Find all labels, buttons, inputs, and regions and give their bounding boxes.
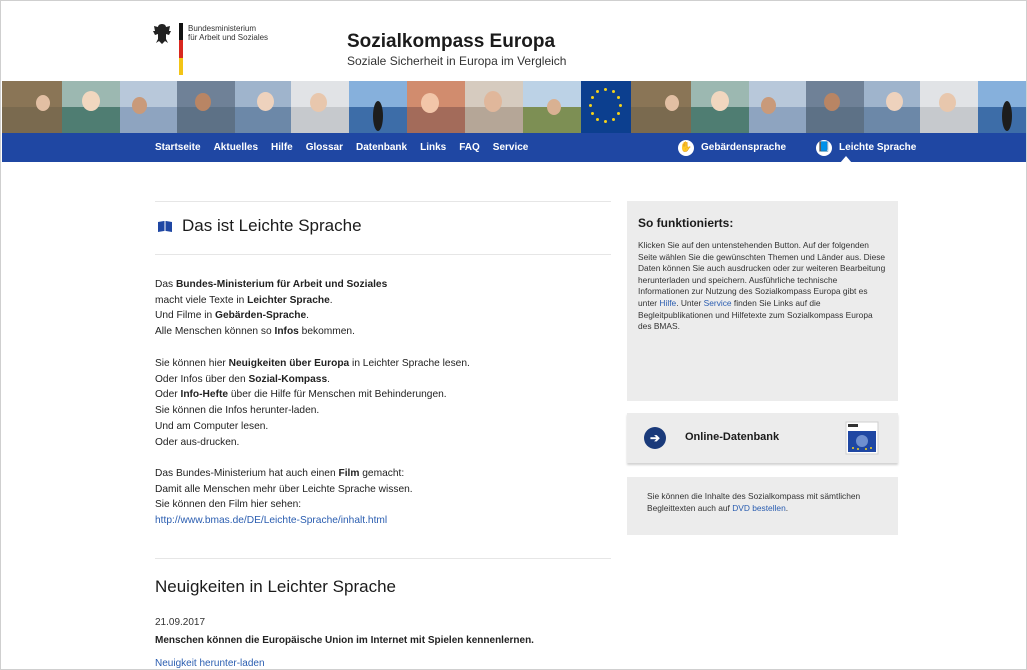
main-navigation: Startseite Aktuelles Hilfe Glossar Daten… [2,133,1026,163]
banner-photo [177,81,235,133]
service-link[interactable]: Service [704,298,732,308]
active-nav-caret [840,156,852,163]
banner-photo [806,81,864,133]
page: Bundesministerium für Arbeit und Soziale… [0,0,1027,670]
arrow-right-icon: ➔ [644,427,666,449]
banner-photo [62,81,120,133]
page-heading: Das ist Leichte Sprache [182,216,362,235]
dvd-cover-icon [845,421,879,455]
dvd-order-text: Sie können die Inhalte des Sozialkompass… [647,491,861,513]
news-heading: Neuigkeiten in Leichter Sprache [155,577,396,596]
nav-links: Startseite Aktuelles Hilfe Glossar Daten… [155,133,528,162]
site-subtitle: Soziale Sicherheit in Europa im Vergleic… [347,54,567,68]
banner-photo [235,81,291,133]
banner-photo [2,81,62,133]
banner-photo [631,81,691,133]
online-database-button[interactable]: ➔ Online-Datenbank [627,413,898,463]
ministry-logo-text[interactable]: Bundesministerium für Arbeit und Soziale… [188,24,268,42]
eu-flag-icon [581,81,631,133]
film-paragraph: Das Bundes-Ministerium hat auch einen Fi… [155,468,413,527]
banner-photo [749,81,806,133]
banner-photo [349,81,407,133]
nav-sign-language-label: Gebärdensprache [701,142,787,153]
banner-photo [120,81,177,133]
news-title: Menschen können die Europäische Union im… [155,635,534,646]
banner-photo [465,81,523,133]
easy-language-icon: 📘 [816,139,833,156]
banner-photo [523,81,581,133]
nav-links[interactable]: Links [420,142,446,153]
news-info-paragraph: Sie können hier Neuigkeiten über Europa … [155,358,470,448]
news-date: 21.09.2017 [155,617,206,628]
dvd-order-link[interactable]: DVD bestellen [732,503,786,513]
how-it-works-box: So funktionierts: Klicken Sie auf den un… [627,201,898,401]
ministry-name-line2: für Arbeit und Soziales [188,33,269,42]
intro-paragraph: Das Bundes-Ministerium für Arbeit und So… [155,279,388,338]
nav-hilfe[interactable]: Hilfe [271,142,293,153]
dvd-order-box: Sie können die Inhalte des Sozialkompass… [627,477,898,535]
nav-accessibility: ✋ Gebärdensprache 📘 Leichte Sprache [678,133,946,162]
divider [155,558,611,559]
german-flag-stripe [179,23,183,75]
divider [155,201,611,202]
nav-datenbank[interactable]: Datenbank [356,142,407,153]
divider [155,254,611,255]
banner-photo [407,81,465,133]
banner-photo [864,81,920,133]
nav-easy-language[interactable]: 📘 Leichte Sprache [816,139,917,156]
banner-photo [291,81,349,133]
nav-sign-language[interactable]: ✋ Gebärdensprache [678,139,787,156]
nav-faq[interactable]: FAQ [459,142,480,153]
how-it-works-text: Klicken Sie auf den untenstehenden Butto… [638,240,886,332]
banner-photo [691,81,749,133]
news-download-link[interactable]: Neuigkeit herunter-laden [155,658,265,669]
film-link[interactable]: http://www.bmas.de/DE/Leichte-Sprache/in… [155,515,387,526]
photo-banner [2,81,1026,133]
banner-photo [920,81,978,133]
nav-startseite[interactable]: Startseite [155,142,201,153]
book-icon [158,221,172,232]
nav-aktuelles[interactable]: Aktuelles [214,142,258,153]
banner-photo [978,81,1026,133]
how-it-works-title: So funktionierts: [638,216,734,230]
sign-language-icon: ✋ [678,139,694,156]
online-database-label: Online-Datenbank [685,431,780,443]
federal-eagle-icon [153,24,171,44]
nav-glossar[interactable]: Glossar [306,142,343,153]
ministry-name-line1: Bundesministerium [188,24,257,33]
help-link[interactable]: Hilfe [659,298,676,308]
nav-easy-language-label: Leichte Sprache [839,142,917,153]
nav-service[interactable]: Service [493,142,529,153]
site-title[interactable]: Sozialkompass Europa [347,31,555,53]
